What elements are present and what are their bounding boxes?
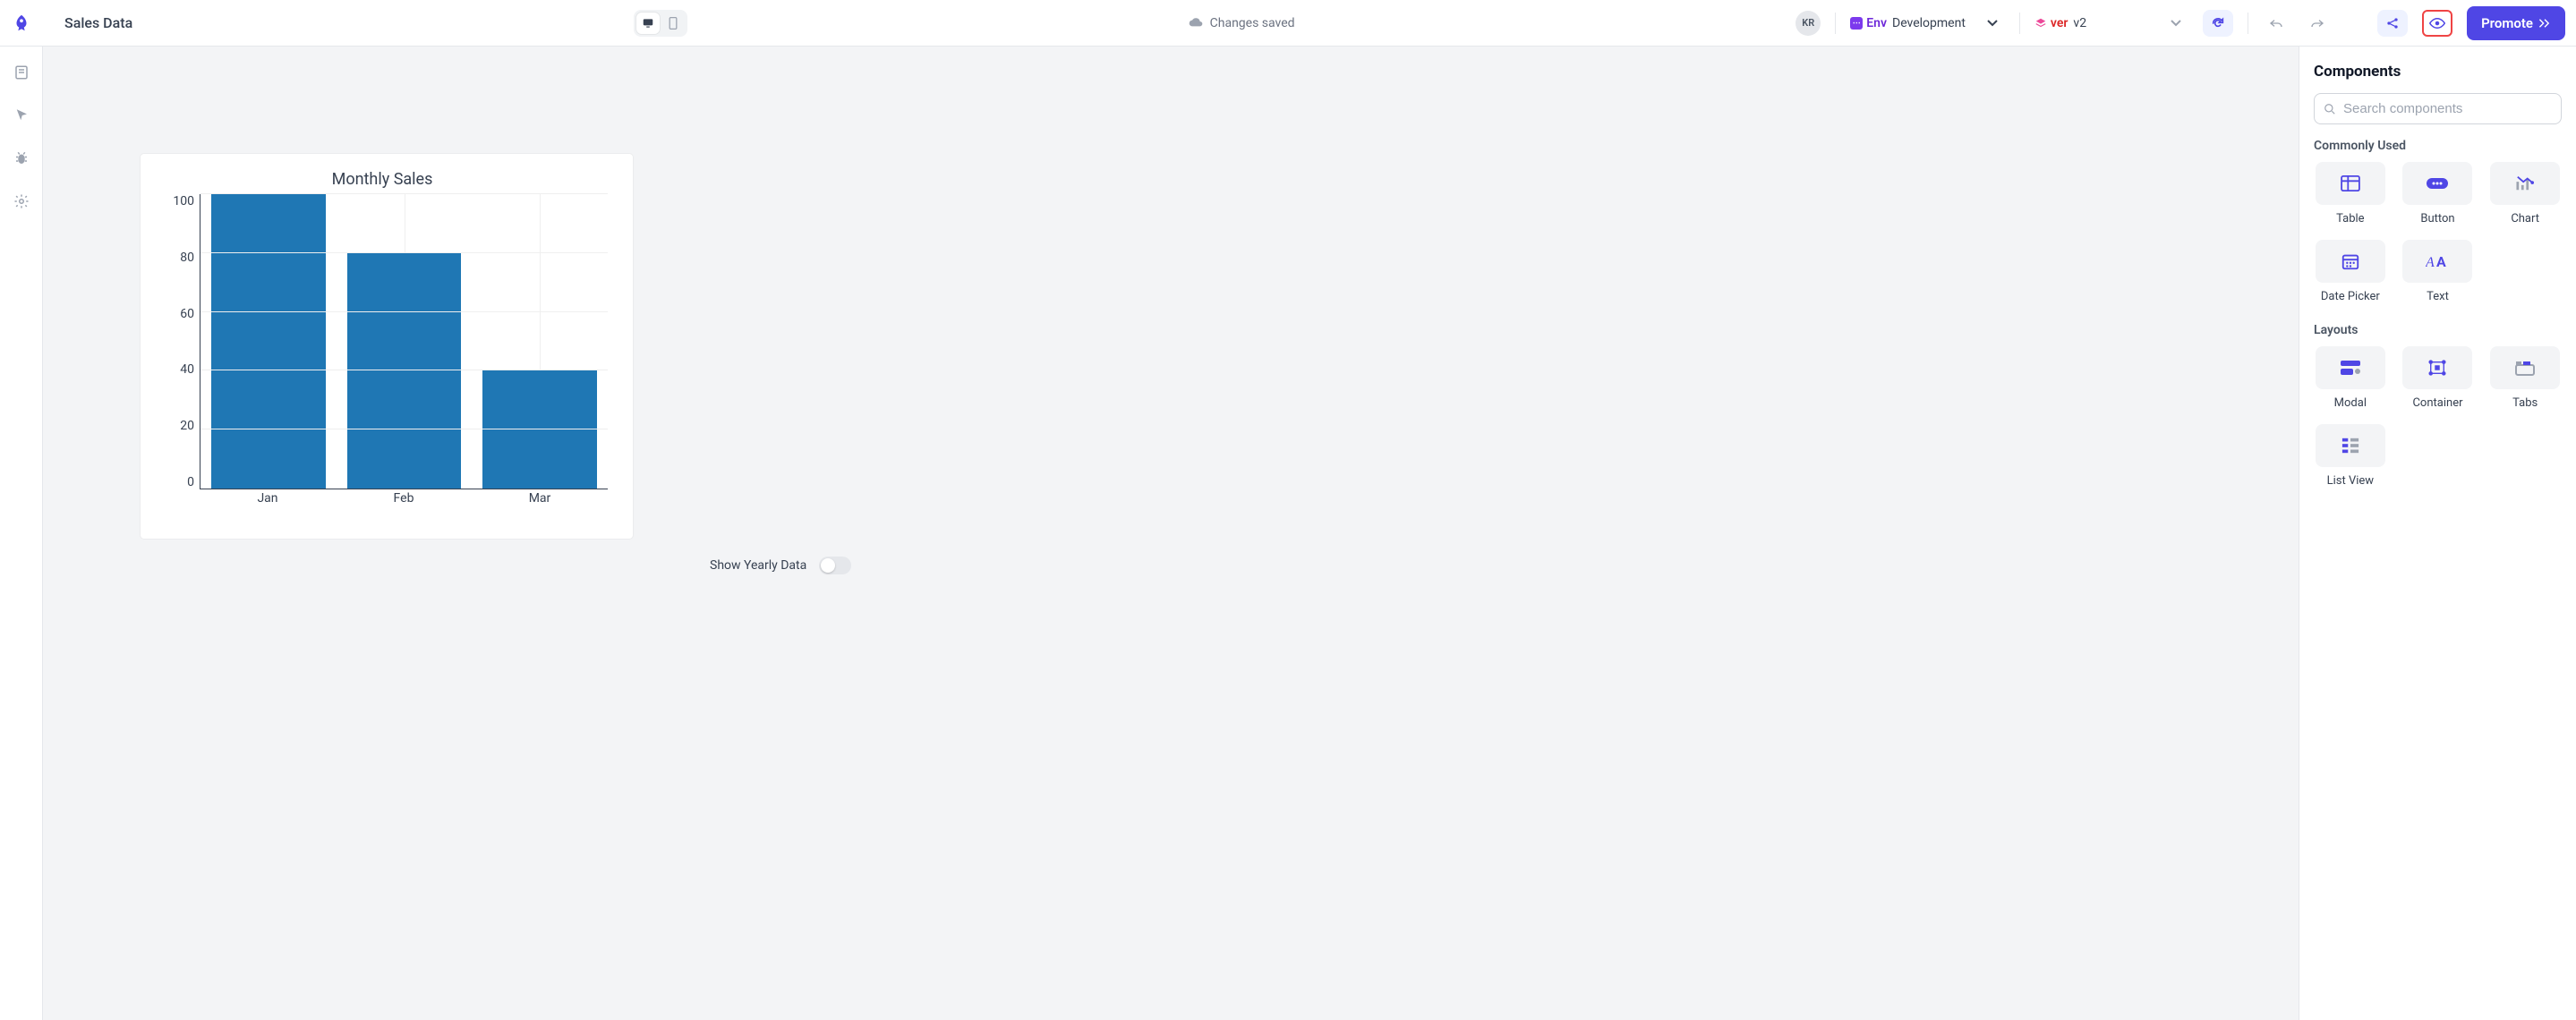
version-selector[interactable]: ver v2 bbox=[2034, 16, 2086, 30]
env-icon: ⋯ bbox=[1850, 17, 1863, 30]
bar bbox=[347, 253, 461, 489]
svg-text:A: A bbox=[2426, 255, 2435, 269]
toggle-switch[interactable] bbox=[819, 557, 851, 574]
component-label: Container bbox=[2412, 396, 2462, 410]
component-tabs[interactable]: Tabs bbox=[2488, 346, 2562, 410]
chart-y-axis: 100 80 60 40 20 0 bbox=[157, 194, 200, 489]
panel-title: Components bbox=[2314, 63, 2562, 81]
redo-icon bbox=[2310, 18, 2324, 29]
version-chevron[interactable] bbox=[2163, 11, 2188, 36]
component-label: List View bbox=[2327, 474, 2374, 488]
x-tick: Jan bbox=[200, 489, 336, 506]
share-button[interactable] bbox=[2377, 10, 2408, 37]
component-search[interactable] bbox=[2314, 93, 2562, 124]
container-icon bbox=[2402, 346, 2472, 389]
component-label: Table bbox=[2336, 212, 2364, 225]
component-modal[interactable]: Modal bbox=[2314, 346, 2387, 410]
bar bbox=[211, 194, 325, 489]
component-label: Modal bbox=[2334, 396, 2367, 410]
chart-icon bbox=[2490, 162, 2560, 205]
component-date[interactable]: Date Picker bbox=[2314, 240, 2387, 303]
chevron-double-right-icon bbox=[2538, 18, 2551, 29]
button-icon bbox=[2402, 162, 2472, 205]
y-tick: 80 bbox=[180, 251, 194, 265]
component-container[interactable]: Container bbox=[2401, 346, 2475, 410]
redo-button[interactable] bbox=[2304, 10, 2331, 37]
bar bbox=[482, 370, 596, 489]
y-tick: 60 bbox=[180, 307, 194, 321]
divider bbox=[2019, 13, 2020, 34]
table-icon bbox=[2316, 162, 2385, 205]
svg-text:A: A bbox=[2436, 253, 2446, 269]
cursor-icon[interactable] bbox=[12, 106, 31, 125]
components-panel: Components Commonly Used Table Button Char… bbox=[2299, 47, 2576, 1020]
x-tick: Feb bbox=[336, 489, 472, 506]
chevron-down-icon bbox=[2171, 20, 2181, 27]
search-icon bbox=[2324, 103, 2336, 115]
y-tick: 100 bbox=[173, 194, 194, 208]
search-input[interactable] bbox=[2343, 101, 2552, 116]
undo-icon bbox=[2269, 18, 2283, 29]
settings-icon[interactable] bbox=[12, 191, 31, 211]
left-rail bbox=[0, 47, 43, 1020]
component-label: Tabs bbox=[2512, 396, 2538, 410]
mobile-toggle[interactable] bbox=[661, 13, 685, 34]
component-label: Text bbox=[2427, 290, 2449, 303]
topbar: Sales Data Changes saved KR ⋯Env Develop… bbox=[0, 0, 2576, 47]
y-tick: 20 bbox=[180, 419, 194, 433]
chart-title: Monthly Sales bbox=[157, 170, 608, 189]
x-tick: Mar bbox=[472, 489, 608, 506]
refresh-icon bbox=[2211, 16, 2225, 30]
component-label: Button bbox=[2420, 212, 2454, 225]
date-icon bbox=[2316, 240, 2385, 283]
component-label: Chart bbox=[2511, 212, 2539, 225]
yearly-toggle-widget[interactable]: Show Yearly Data bbox=[710, 557, 851, 574]
chevron-down-icon bbox=[1987, 20, 1998, 27]
component-list[interactable]: List View bbox=[2314, 424, 2387, 488]
list-icon bbox=[2316, 424, 2385, 467]
text-icon: AA bbox=[2402, 240, 2472, 283]
section-common-label: Commonly Used bbox=[2314, 139, 2562, 153]
chart-plot-area bbox=[200, 194, 608, 489]
bug-icon[interactable] bbox=[12, 149, 31, 168]
tabs-icon bbox=[2490, 346, 2560, 389]
toggle-label: Show Yearly Data bbox=[710, 558, 806, 573]
eye-icon bbox=[2429, 18, 2445, 29]
app-logo[interactable] bbox=[0, 0, 43, 46]
modal-icon bbox=[2316, 346, 2385, 389]
share-icon bbox=[2385, 16, 2400, 30]
component-text[interactable]: AA Text bbox=[2401, 240, 2475, 303]
chart-widget[interactable]: Monthly Sales 100 80 60 40 20 0 JanFebMar bbox=[141, 154, 633, 539]
cloud-check-icon bbox=[1189, 18, 1203, 29]
page-title: Sales Data bbox=[64, 14, 132, 31]
divider bbox=[1835, 13, 1836, 34]
preview-button[interactable] bbox=[2422, 10, 2452, 37]
layers-icon bbox=[2034, 17, 2047, 30]
save-status: Changes saved bbox=[1189, 16, 1295, 30]
canvas[interactable]: Monthly Sales 100 80 60 40 20 0 JanFebMar Sho… bbox=[43, 47, 2299, 1020]
chart-x-axis: JanFebMar bbox=[200, 489, 608, 506]
promote-label: Promote bbox=[2481, 15, 2533, 31]
env-selector[interactable]: ⋯Env Development bbox=[1850, 16, 1966, 30]
env-chevron[interactable] bbox=[1980, 11, 2005, 36]
mobile-icon bbox=[669, 17, 678, 30]
y-tick: 40 bbox=[180, 362, 194, 377]
section-layouts-label: Layouts bbox=[2314, 323, 2562, 337]
refresh-button[interactable] bbox=[2203, 10, 2233, 37]
y-tick: 0 bbox=[187, 475, 194, 489]
user-avatar[interactable]: KR bbox=[1796, 11, 1821, 36]
component-button[interactable]: Button bbox=[2401, 162, 2475, 225]
component-label: Date Picker bbox=[2321, 290, 2380, 303]
component-table[interactable]: Table bbox=[2314, 162, 2387, 225]
promote-button[interactable]: Promote bbox=[2467, 6, 2565, 40]
pages-icon[interactable] bbox=[12, 63, 31, 82]
desktop-icon bbox=[642, 17, 654, 30]
component-chart[interactable]: Chart bbox=[2488, 162, 2562, 225]
undo-button[interactable] bbox=[2263, 10, 2290, 37]
device-toggle bbox=[634, 10, 687, 37]
desktop-toggle[interactable] bbox=[636, 13, 660, 34]
